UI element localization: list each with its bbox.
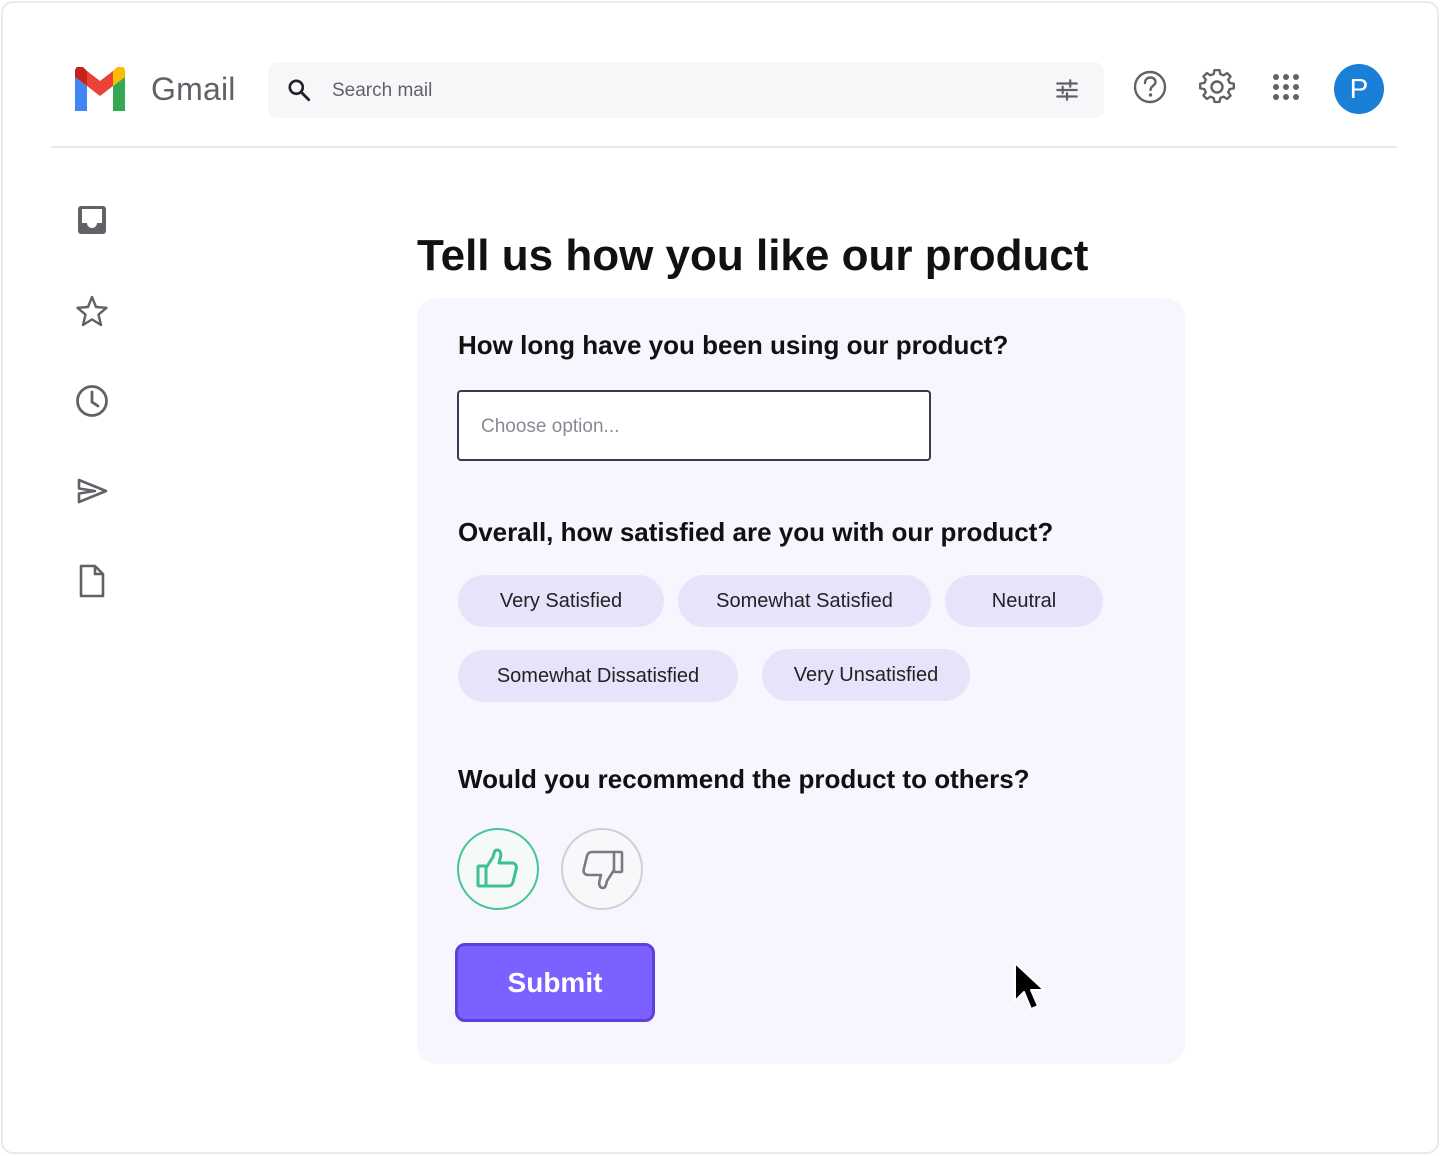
inbox-icon[interactable]: [73, 201, 111, 239]
option-very-unsatisfied[interactable]: Very Unsatisfied: [762, 649, 970, 701]
settings-gear-icon[interactable]: [1199, 69, 1235, 105]
question-satisfaction: Overall, how satisfied are you with our …: [458, 517, 1054, 547]
thumbs-down-button[interactable]: [561, 828, 643, 910]
mouse-cursor-icon: [1014, 962, 1045, 1010]
account-avatar[interactable]: P: [1334, 64, 1384, 114]
apps-grid-icon[interactable]: [1268, 69, 1304, 105]
gmail-logo-icon: [75, 67, 125, 111]
star-icon[interactable]: [73, 293, 111, 331]
document-icon[interactable]: [73, 562, 111, 600]
search-options-icon[interactable]: [1054, 77, 1080, 103]
search-bar[interactable]: Search mail: [268, 62, 1104, 118]
option-somewhat-satisfied[interactable]: Somewhat Satisfied: [678, 575, 931, 627]
question-recommend: Would you recommend the product to other…: [458, 764, 1030, 794]
search-icon[interactable]: [286, 77, 312, 103]
send-icon[interactable]: [73, 472, 111, 510]
option-somewhat-dissatisfied[interactable]: Somewhat Dissatisfied: [458, 650, 738, 702]
gmail-logo[interactable]: [71, 67, 129, 111]
submit-button[interactable]: Submit: [455, 943, 655, 1022]
app-name: Gmail: [151, 71, 236, 107]
thumbs-down-icon: [582, 850, 624, 890]
duration-select[interactable]: Choose option...: [457, 390, 931, 461]
question-duration: How long have you been using our product…: [458, 330, 1009, 360]
option-neutral[interactable]: Neutral: [945, 575, 1103, 627]
app-window: Gmail Search mail P Tell us how you like…: [1, 1, 1439, 1154]
thumbs-up-icon: [476, 848, 518, 888]
thumbs-up-button[interactable]: [457, 828, 539, 910]
survey-title: Tell us how you like our product: [417, 231, 1089, 280]
clock-icon[interactable]: [73, 382, 111, 420]
header-divider: [51, 146, 1397, 148]
help-icon[interactable]: [1132, 69, 1168, 105]
search-input[interactable]: Search mail: [332, 80, 432, 102]
survey-card: How long have you been using our product…: [417, 298, 1185, 1064]
duration-select-placeholder: Choose option...: [481, 416, 620, 437]
option-very-satisfied[interactable]: Very Satisfied: [458, 575, 664, 627]
